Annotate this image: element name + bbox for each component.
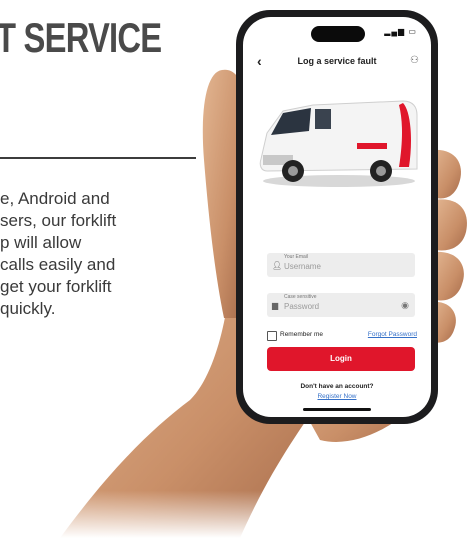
app-navbar: ‹ Log a service fault ⚇ (243, 51, 431, 75)
user-icon: 👤︎ (272, 261, 283, 270)
register-link[interactable]: Register Now (243, 393, 431, 400)
password-placeholder: Password (284, 302, 320, 311)
remember-checkbox[interactable] (267, 331, 277, 341)
lock-icon: ▆ (272, 301, 279, 310)
user-icon[interactable]: ⚇ (410, 55, 419, 66)
email-placeholder: Username (284, 262, 321, 271)
remember-row: Remember me Forgot Password (267, 330, 417, 342)
phone-mockup: ▂▄▆ ▭ ‹ Log a service fault ⚇ Your Email… (236, 10, 438, 424)
password-field[interactable]: Case sensitive ▆ Password ◉ (267, 293, 415, 317)
forgot-password-link[interactable]: Forgot Password (368, 331, 417, 338)
home-indicator (303, 408, 371, 411)
email-field[interactable]: Your Email 👤︎ Username (267, 253, 415, 277)
password-field-label: Case sensitive (284, 294, 317, 300)
status-icons: ▂▄▆ ▭ (384, 27, 417, 36)
nav-title: Log a service fault (297, 56, 377, 66)
dynamic-island (311, 26, 365, 42)
phone-screen: ▂▄▆ ▭ ‹ Log a service fault ⚇ Your Email… (243, 17, 431, 417)
service-van-image (259, 100, 418, 187)
email-field-label: Your Email (284, 254, 308, 260)
eye-icon[interactable]: ◉ (401, 300, 409, 311)
remember-label: Remember me (280, 331, 323, 338)
login-button[interactable]: Login (267, 347, 415, 371)
no-account-text: Don't have an account? (300, 383, 374, 390)
